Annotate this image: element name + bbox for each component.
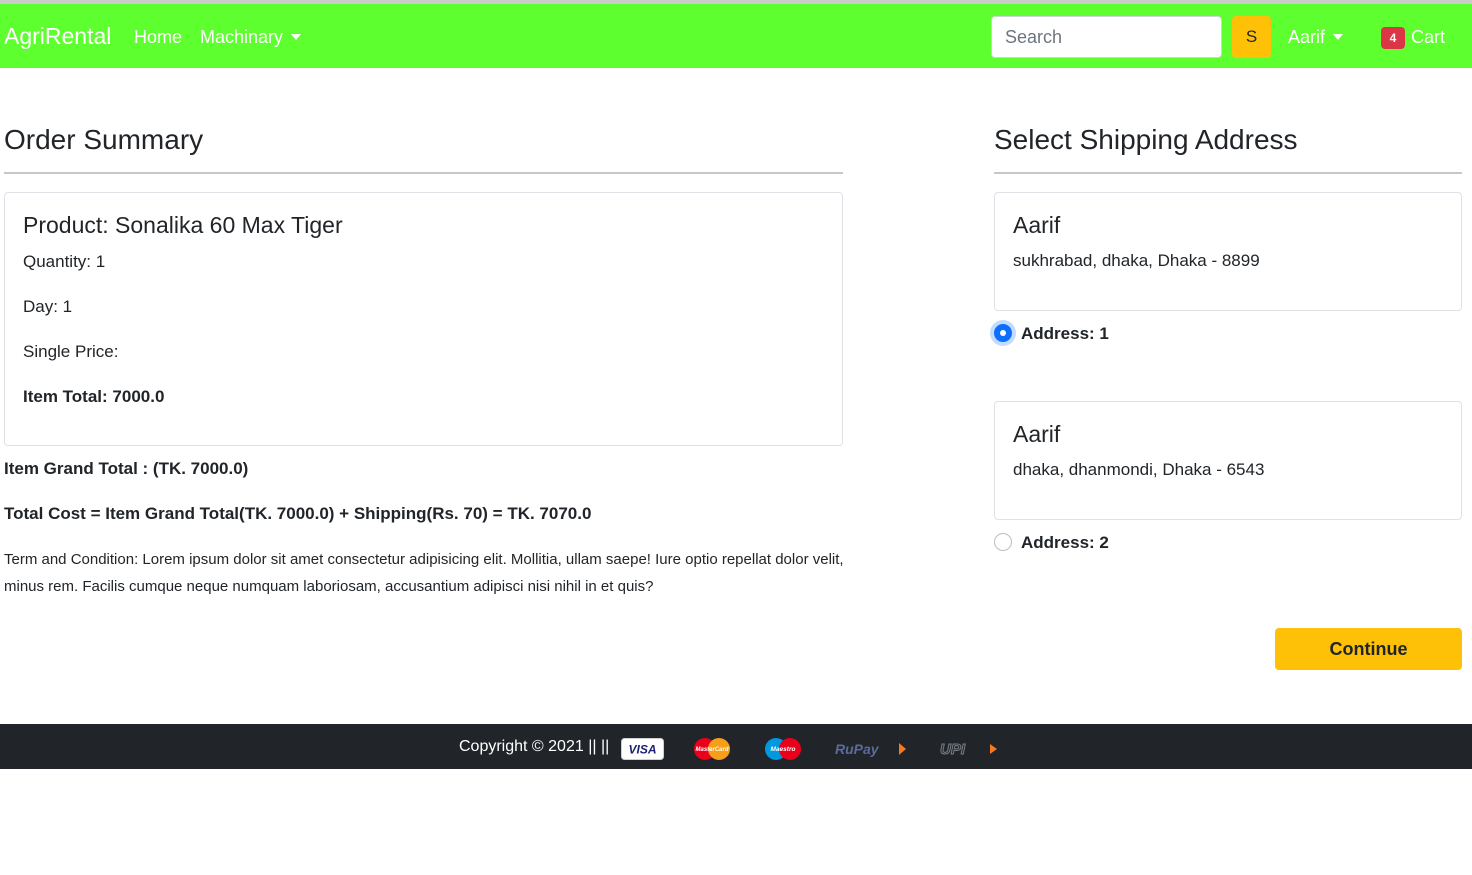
address-2-label[interactable]: Address: 2 — [1021, 533, 1109, 553]
chevron-down-icon — [291, 34, 302, 40]
address-name: Aarif — [1013, 421, 1061, 447]
address-line: sukhrabad, dhaka, Dhaka - 8899 — [1013, 251, 1260, 270]
terms-and-conditions: Term and Condition: Lorem ipsum dolor si… — [4, 551, 844, 595]
chevron-down-icon — [1333, 34, 1344, 40]
order-summary-title: Order Summary — [4, 124, 204, 155]
divider — [4, 172, 843, 174]
product-single-price: Single Price: — [23, 342, 119, 361]
rupay-text: RuPay — [835, 741, 880, 757]
nav-home-link[interactable]: Home — [134, 27, 182, 48]
maestro-icon: Maestro — [765, 738, 801, 760]
footer: Copyright © 2021 || || VISA MasterCard M… — [0, 724, 1472, 769]
cart-label: Cart — [1411, 27, 1446, 47]
product-item-total: Item Total: 7000.0 — [23, 387, 165, 406]
address-card: Aarif dhaka, dhanmondi, Dhaka - 6543 — [994, 401, 1462, 520]
brand-logo[interactable]: AgriRental — [4, 23, 111, 50]
address-1-radio[interactable] — [994, 324, 1012, 342]
address-line: dhaka, dhanmondi, Dhaka - 6543 — [1013, 460, 1265, 479]
cart-count-badge: 4 — [1381, 27, 1405, 49]
divider — [994, 172, 1462, 174]
address-card: Aarif sukhrabad, dhaka, Dhaka - 8899 — [994, 192, 1462, 311]
user-dropdown[interactable]: Aarif — [1288, 27, 1344, 48]
search-button[interactable]: S — [1232, 16, 1271, 58]
upi-text: UPI — [940, 741, 966, 758]
continue-button[interactable]: Continue — [1275, 628, 1462, 670]
cart-link[interactable]: 4 Cart — [1381, 27, 1445, 49]
mastercard-icon: MasterCard — [694, 738, 730, 760]
address-1-label[interactable]: Address: 1 — [1021, 324, 1109, 344]
address-name: Aarif — [1013, 212, 1061, 238]
upi-icon: UPI — [940, 741, 997, 759]
visa-icon: VISA — [621, 738, 664, 760]
maestro-text: Maestro — [771, 746, 796, 753]
address-2-radio[interactable] — [994, 533, 1012, 551]
product-day: Day: 1 — [23, 297, 73, 316]
navbar: AgriRental Home Machinary S Aarif 4 Cart — [0, 4, 1472, 68]
shipping-title: Select Shipping Address — [994, 124, 1298, 155]
copyright-text: Copyright © 2021 || || — [459, 738, 610, 755]
total-cost: Total Cost = Item Grand Total(TK. 7000.0… — [4, 504, 592, 523]
search-input[interactable] — [991, 16, 1222, 58]
user-name: Aarif — [1288, 27, 1326, 47]
item-grand-total: Item Grand Total : (TK. 7000.0) — [4, 459, 249, 478]
product-quantity: Quantity: 1 — [23, 252, 106, 271]
visa-text: VISA — [628, 743, 656, 757]
product-card: Product: Sonalika 60 Max Tiger Quantity:… — [4, 192, 843, 446]
rupay-icon: RuPay — [835, 741, 906, 757]
nav-machinary-dropdown[interactable]: Machinary — [200, 27, 302, 48]
mastercard-text: MasterCard — [695, 747, 728, 753]
nav-machinary-label: Machinary — [200, 27, 284, 47]
product-title: Product: Sonalika 60 Max Tiger — [23, 212, 343, 238]
